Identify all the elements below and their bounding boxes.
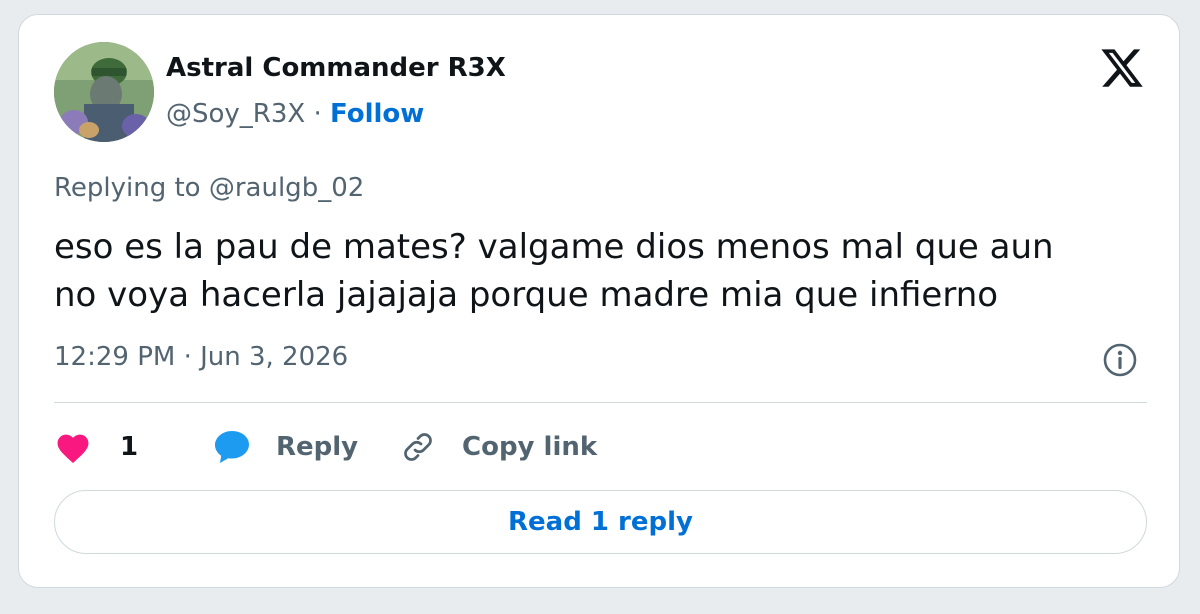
- avatar[interactable]: [54, 42, 154, 142]
- copy-link-label: Copy link: [462, 432, 598, 462]
- author-handle[interactable]: @Soy_R3X: [166, 99, 305, 129]
- copy-link-button[interactable]: Copy link: [400, 425, 597, 469]
- author-display-name[interactable]: Astral Commander R3X: [166, 53, 506, 83]
- read-replies-label: Read 1 reply: [508, 507, 693, 537]
- speech-bubble-icon: [212, 428, 252, 466]
- divider: [54, 402, 1147, 403]
- reply-context: Replying to @raulgb_02: [54, 173, 364, 203]
- x-logo-icon[interactable]: [1099, 45, 1145, 91]
- follow-button[interactable]: Follow: [330, 99, 424, 129]
- reply-context-prefix: Replying to: [54, 173, 201, 203]
- author-handle-line: @Soy_R3X · Follow: [166, 99, 424, 129]
- heart-icon: [54, 430, 92, 464]
- read-replies-button[interactable]: Read 1 reply: [54, 490, 1147, 554]
- link-icon: [400, 429, 436, 465]
- tweet-text-line: eso es la pau de mates? valgame dios men…: [54, 227, 1054, 267]
- like-button[interactable]: 1: [54, 425, 138, 469]
- reply-button[interactable]: Reply: [212, 425, 358, 469]
- reply-context-mention[interactable]: @raulgb_02: [209, 173, 364, 203]
- avatar-image: [54, 42, 154, 142]
- handle-separator: ·: [313, 99, 322, 129]
- tweet-text-line: no voya hacerla jajajaja porque madre mi…: [54, 275, 999, 315]
- reply-label: Reply: [276, 432, 359, 462]
- like-count: 1: [120, 432, 139, 462]
- tweet-card: Astral Commander R3X @Soy_R3X · Follow R…: [18, 14, 1180, 588]
- info-icon[interactable]: [1102, 342, 1138, 378]
- tweet-timestamp[interactable]: 12:29 PM · Jun 3, 2026: [54, 342, 348, 372]
- tweet-text: eso es la pau de mates? valgame dios men…: [54, 223, 1154, 319]
